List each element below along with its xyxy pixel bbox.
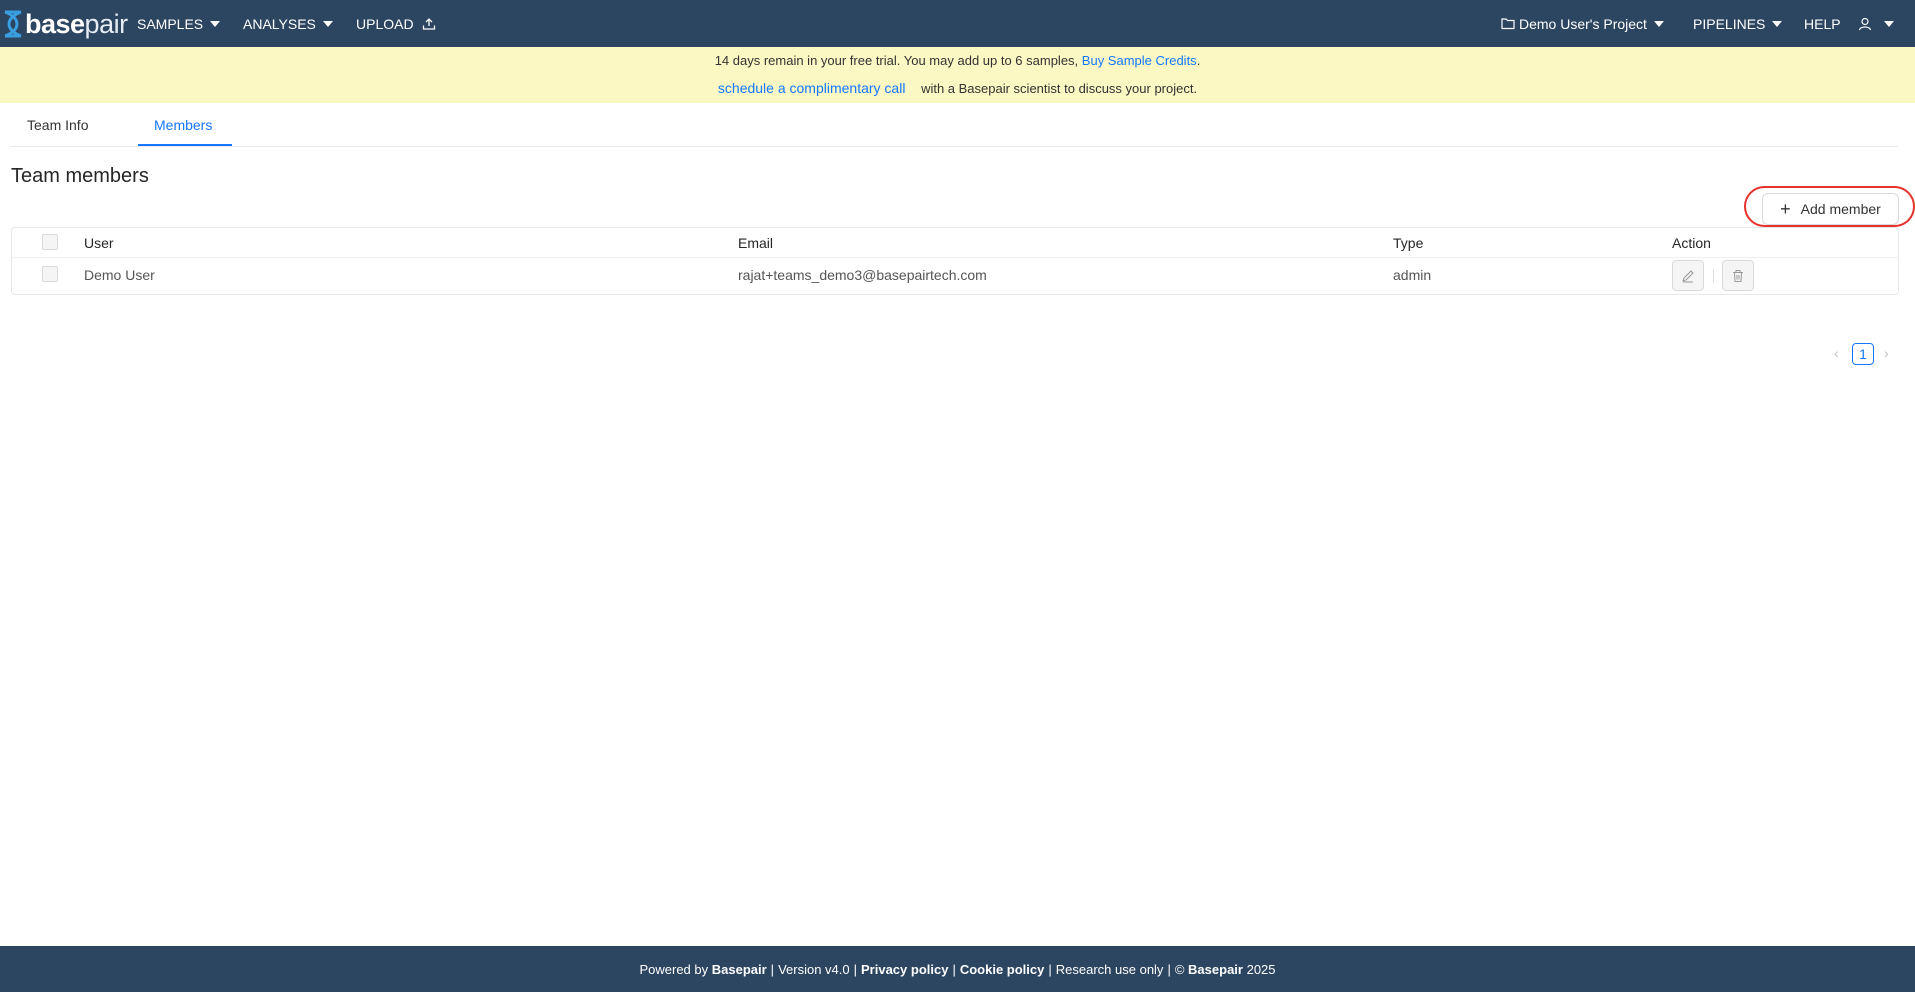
cookie-policy-link[interactable]: Cookie policy: [960, 962, 1045, 977]
page-number[interactable]: 1: [1852, 343, 1874, 365]
page-title: Team members: [11, 165, 149, 187]
delete-icon: [1733, 269, 1743, 282]
schedule-call-link[interactable]: schedule a complimentary call: [718, 80, 906, 96]
trial-banner: 14 days remain in your free trial. You m…: [0, 47, 1915, 103]
dna-logo-icon: [4, 10, 22, 38]
nav-user-menu[interactable]: [1858, 0, 1894, 47]
schedule-call-text: with a Basepair scientist to discuss you…: [921, 81, 1198, 96]
header-divider: [12, 257, 1898, 258]
top-navbar: basepair SAMPLES ANALYSES UPLOAD Demo Us…: [0, 0, 1915, 47]
tab-team-info[interactable]: Team Info: [27, 103, 88, 147]
nav-analyses-label: ANALYSES: [243, 15, 316, 32]
nav-samples[interactable]: SAMPLES: [137, 0, 221, 47]
plus-icon: +: [1780, 199, 1791, 219]
footer-powered-by: Powered by: [639, 961, 709, 977]
footer-brand-copyright: Basepair: [1188, 961, 1243, 977]
caret-down-icon: [210, 20, 221, 27]
next-page-icon[interactable]: ›: [1884, 345, 1889, 361]
prev-page-icon[interactable]: ‹: [1834, 345, 1839, 361]
action-divider: [1713, 269, 1714, 283]
column-header-user: User: [84, 235, 114, 251]
add-member-label: Add member: [1800, 201, 1881, 217]
member-type: admin: [1393, 267, 1432, 283]
trial-text: 14 days remain in your free trial. You m…: [714, 53, 1079, 68]
nav-help-label: HELP: [1804, 15, 1841, 32]
nav-upload[interactable]: UPLOAD: [356, 0, 436, 47]
user-icon: [1858, 17, 1872, 30]
nav-analyses[interactable]: ANALYSES: [243, 0, 333, 47]
caret-down-icon: [322, 20, 333, 27]
team-tabs: Team Info Members: [11, 103, 1898, 147]
tab-members[interactable]: Members: [154, 103, 212, 147]
nav-samples-label: SAMPLES: [137, 15, 204, 32]
copyright-symbol: ©: [1174, 961, 1185, 977]
nav-upload-label: UPLOAD: [356, 15, 414, 32]
add-member-button[interactable]: + Add member: [1762, 193, 1899, 225]
footer: Powered by Basepair | Version v4.0 | Pri…: [0, 946, 1915, 992]
footer-brand: Basepair: [711, 961, 767, 977]
caret-down-icon: [1884, 20, 1894, 27]
edit-icon: [1682, 269, 1694, 282]
upload-icon: [422, 17, 435, 30]
nav-pipelines-label: PIPELINES: [1693, 15, 1766, 32]
footer-research-note: Research use only: [1055, 961, 1164, 977]
nav-pipelines[interactable]: PIPELINES: [1693, 0, 1783, 47]
privacy-policy-link[interactable]: Privacy policy: [861, 962, 948, 977]
caret-down-icon: [1772, 20, 1783, 27]
column-header-type: Type: [1393, 235, 1424, 251]
caret-down-icon: [1653, 20, 1664, 27]
select-all-checkbox[interactable]: [42, 234, 58, 250]
active-tab-indicator: [138, 144, 232, 146]
buy-sample-credits-link[interactable]: Buy Sample Credits: [1082, 53, 1197, 68]
logo-text-light: pair: [84, 9, 129, 39]
logo-text-bold: base: [25, 9, 85, 39]
delete-member-button[interactable]: [1722, 260, 1754, 291]
members-table: User Email Type Action Demo User rajat+t…: [11, 227, 1899, 295]
member-user: Demo User: [84, 267, 155, 283]
trial-message: 14 days remain in your free trial. You m…: [0, 51, 1915, 71]
member-email: rajat+teams_demo3@basepairtech.com: [738, 267, 987, 283]
row-checkbox[interactable]: [42, 266, 58, 282]
schedule-call-message: schedule a complimentary call with a Bas…: [0, 78, 1915, 99]
folder-icon: [1501, 18, 1515, 30]
project-name: Demo User's Project: [1519, 15, 1647, 32]
footer-year: 2025: [1246, 961, 1276, 977]
basepair-logo[interactable]: basepair: [2, 8, 128, 40]
nav-help[interactable]: HELP: [1804, 0, 1841, 47]
footer-version: Version v4.0: [778, 961, 850, 977]
column-header-email: Email: [738, 235, 774, 251]
nav-project-selector[interactable]: Demo User's Project: [1501, 0, 1664, 47]
edit-member-button[interactable]: [1672, 260, 1704, 291]
column-header-action: Action: [1672, 235, 1711, 251]
trial-text-end: .: [1196, 53, 1201, 68]
